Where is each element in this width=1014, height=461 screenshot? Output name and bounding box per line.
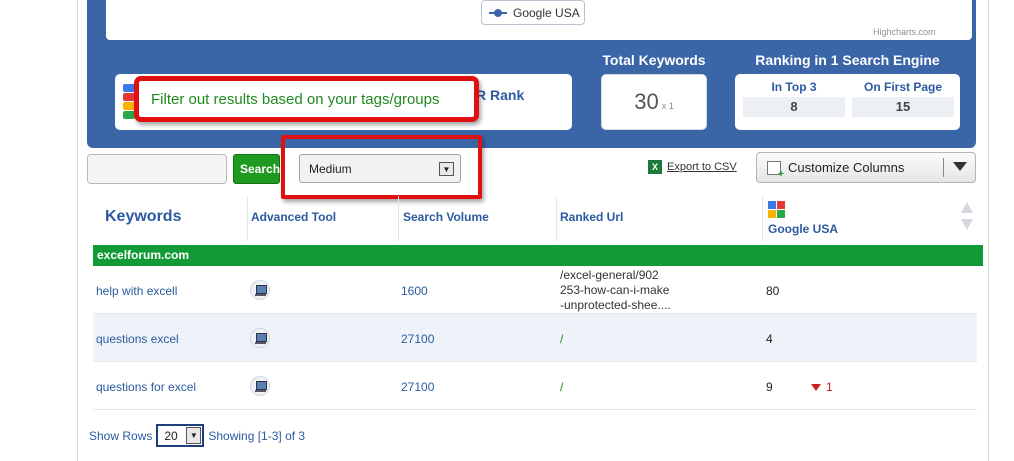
url-line: -unprotected-shee.... [560, 298, 671, 312]
down-arrow-icon [811, 383, 821, 391]
keyword-cell[interactable]: questions for excel [96, 380, 196, 394]
table-row: questions for excel 27100 / 9 1 [93, 362, 977, 410]
search-input[interactable] [87, 154, 227, 184]
group-row: excelforum.com [93, 245, 983, 266]
rank-cell: 9 [766, 380, 773, 394]
rank-cell: 80 [766, 284, 780, 298]
rank-cell: 4 [766, 332, 773, 346]
page-border-left [77, 0, 78, 461]
rows-per-page-select[interactable]: 20 ▼ [156, 424, 205, 447]
advanced-tool-icon[interactable] [250, 328, 270, 348]
header-ranked-url[interactable]: Ranked Url [560, 210, 623, 224]
ranking-title: Ranking in 1 Search Engine [755, 52, 940, 68]
header-keywords[interactable]: Keywords [105, 208, 181, 226]
first-page-label: On First Page [863, 80, 943, 94]
header-advanced-tool[interactable]: Advanced Tool [251, 210, 336, 224]
total-keywords-card: 30 x 1 [601, 74, 707, 130]
series-marker-icon [489, 8, 507, 18]
top3-stat: In Top 3 8 [743, 80, 845, 117]
column-divider [398, 196, 399, 241]
engine-label: Google USA [768, 222, 839, 236]
customize-columns-button[interactable]: Customize Columns [756, 152, 976, 183]
rank-change: 1 [811, 380, 833, 394]
chart-legend-item[interactable]: Google USA [481, 0, 585, 25]
advanced-tool-icon[interactable] [250, 280, 270, 300]
ranked-url-cell[interactable]: / [560, 380, 563, 395]
first-page-value: 15 [852, 97, 954, 117]
rank-label: R Rank [476, 87, 525, 103]
pagination-footer: Show Rows 20 ▼ Showing [1-3] of 3 [89, 424, 305, 447]
volume-cell: 1600 [401, 284, 428, 298]
export-csv[interactable]: X Export to CSV [648, 160, 737, 174]
volume-cell: 27100 [401, 332, 435, 346]
table-row: help with excell 1600 /excel-general/902… [93, 266, 977, 314]
sort-up-icon[interactable] [961, 202, 973, 213]
total-keywords-title: Total Keywords [602, 52, 706, 68]
ranked-url-cell[interactable]: / [560, 332, 563, 347]
url-line: 253-how-can-i-make [560, 283, 670, 297]
tag-group-filter-select[interactable]: Medium ▼ [299, 154, 461, 183]
dropdown-arrow-icon[interactable]: ▼ [186, 427, 202, 444]
sort-down-icon[interactable] [961, 219, 973, 230]
show-rows-label: Show Rows [89, 428, 153, 443]
excel-icon: X [648, 160, 662, 174]
column-divider [556, 196, 557, 241]
ranking-card: In Top 3 8 On First Page 15 [735, 74, 960, 130]
top3-value: 8 [743, 97, 845, 117]
url-line: /excel-general/902 [560, 268, 659, 282]
rank-change-value: 1 [826, 380, 833, 394]
column-divider [247, 196, 248, 241]
divider [943, 158, 944, 177]
header-search-volume[interactable]: Search Volume [403, 210, 489, 224]
column-divider [762, 196, 763, 241]
filter-selected-value: Medium [309, 161, 352, 176]
first-page-stat: On First Page 15 [852, 80, 954, 117]
advanced-tool-icon[interactable] [250, 376, 270, 396]
page-border-right [988, 0, 989, 461]
search-button[interactable]: Search [233, 154, 280, 184]
filter-tooltip: Filter out results based on your tags/gr… [134, 76, 479, 122]
header-engine[interactable]: Google USA [768, 201, 838, 236]
add-column-icon [767, 160, 784, 180]
total-keywords-multiplier: x 1 [661, 101, 674, 111]
keyword-cell[interactable]: help with excell [96, 284, 177, 298]
ranked-url-cell[interactable]: /excel-general/902 253-how-can-i-make -u… [560, 268, 671, 313]
total-keywords-value: 30 [634, 89, 659, 114]
google-logo-icon [768, 201, 786, 221]
volume-cell: 27100 [401, 380, 435, 394]
rows-per-page-value: 20 [164, 428, 178, 443]
legend-label: Google USA [513, 5, 580, 20]
chart-credit[interactable]: Highcharts.com [873, 27, 936, 37]
export-csv-link[interactable]: Export to CSV [667, 161, 737, 173]
top3-label: In Top 3 [771, 80, 817, 94]
sort-arrows[interactable] [961, 202, 973, 230]
table-row: questions excel 27100 / 4 [93, 314, 977, 362]
dropdown-arrow-icon[interactable]: ▼ [439, 162, 454, 176]
chevron-down-icon[interactable] [953, 162, 967, 171]
showing-text: Showing [1-3] of 3 [208, 428, 306, 443]
customize-columns-label: Customize Columns [788, 160, 905, 175]
keyword-cell[interactable]: questions excel [96, 332, 179, 346]
tooltip-text: Filter out results based on your tags/gr… [151, 90, 440, 108]
